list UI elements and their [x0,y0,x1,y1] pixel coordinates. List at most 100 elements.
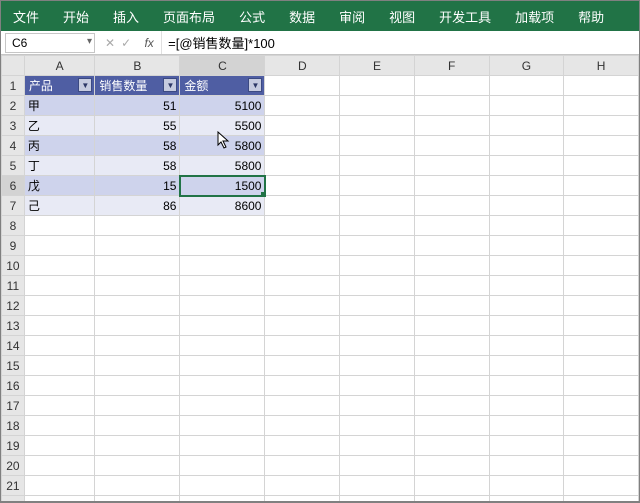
cell-H9[interactable] [564,236,639,256]
cell-E1[interactable] [340,76,415,96]
row-header-9[interactable]: 9 [2,236,25,256]
cell-D12[interactable] [265,296,340,316]
cell-G2[interactable] [489,96,564,116]
cell-F11[interactable] [414,276,489,296]
cell-D5[interactable] [265,156,340,176]
cell-E2[interactable] [340,96,415,116]
cell-D16[interactable] [265,376,340,396]
cell-E15[interactable] [340,356,415,376]
cell-B14[interactable] [95,336,180,356]
cell-G15[interactable] [489,356,564,376]
ribbon-tab-2[interactable]: 插入 [101,1,151,31]
cell-E13[interactable] [340,316,415,336]
cell-C19[interactable] [180,436,265,456]
select-all-corner[interactable] [2,56,25,76]
cell-H5[interactable] [564,156,639,176]
row-header-6[interactable]: 6 [2,176,25,196]
row-header-4[interactable]: 4 [2,136,25,156]
cell-D15[interactable] [265,356,340,376]
col-header-E[interactable]: E [340,56,415,76]
cell-B7[interactable]: 86 [95,196,180,216]
cell-F19[interactable] [414,436,489,456]
cell-A21[interactable] [24,476,95,496]
cell-D10[interactable] [265,256,340,276]
cell-A17[interactable] [24,396,95,416]
cell-A1[interactable]: 产品▼ [24,76,95,96]
cell-A5[interactable]: 丁 [24,156,95,176]
cell-A16[interactable] [24,376,95,396]
cell-A10[interactable] [24,256,95,276]
cell-C4[interactable]: 5800 [180,136,265,156]
cell-C9[interactable] [180,236,265,256]
cell-A14[interactable] [24,336,95,356]
cell-E21[interactable] [340,476,415,496]
cell-B5[interactable]: 58 [95,156,180,176]
row-header-22[interactable]: 22 [2,496,25,502]
filter-dropdown-icon[interactable]: ▼ [78,78,92,92]
ribbon-tab-5[interactable]: 数据 [277,1,327,31]
cell-G5[interactable] [489,156,564,176]
ribbon-tab-6[interactable]: 审阅 [327,1,377,31]
cell-A20[interactable] [24,456,95,476]
cell-B4[interactable]: 58 [95,136,180,156]
cell-C6[interactable]: 1500 [180,176,265,196]
cell-H19[interactable] [564,436,639,456]
cell-D4[interactable] [265,136,340,156]
cell-B16[interactable] [95,376,180,396]
cell-G11[interactable] [489,276,564,296]
cell-B12[interactable] [95,296,180,316]
cell-B2[interactable]: 51 [95,96,180,116]
cell-G20[interactable] [489,456,564,476]
cell-B10[interactable] [95,256,180,276]
cell-F22[interactable] [414,496,489,502]
cell-H8[interactable] [564,216,639,236]
cell-D1[interactable] [265,76,340,96]
cell-B17[interactable] [95,396,180,416]
cell-A18[interactable] [24,416,95,436]
row-header-1[interactable]: 1 [2,76,25,96]
cell-G22[interactable] [489,496,564,502]
cell-E18[interactable] [340,416,415,436]
row-header-13[interactable]: 13 [2,316,25,336]
row-header-12[interactable]: 12 [2,296,25,316]
cell-H7[interactable] [564,196,639,216]
cell-A15[interactable] [24,356,95,376]
cell-B6[interactable]: 15 [95,176,180,196]
name-box[interactable]: C6 ▾ [5,33,95,53]
cell-D14[interactable] [265,336,340,356]
cell-G7[interactable] [489,196,564,216]
cancel-icon[interactable]: ✕ [105,36,115,50]
cell-G1[interactable] [489,76,564,96]
cell-C8[interactable] [180,216,265,236]
cell-D6[interactable] [265,176,340,196]
cell-G17[interactable] [489,396,564,416]
row-header-5[interactable]: 5 [2,156,25,176]
cell-C10[interactable] [180,256,265,276]
cell-A22[interactable] [24,496,95,502]
col-header-C[interactable]: C [180,56,265,76]
cell-G16[interactable] [489,376,564,396]
row-header-8[interactable]: 8 [2,216,25,236]
cell-D9[interactable] [265,236,340,256]
cell-C2[interactable]: 5100 [180,96,265,116]
filter-dropdown-icon[interactable]: ▼ [248,78,262,92]
cell-B21[interactable] [95,476,180,496]
cell-G9[interactable] [489,236,564,256]
cell-E16[interactable] [340,376,415,396]
fx-button[interactable]: fx [137,36,161,50]
cell-A13[interactable] [24,316,95,336]
cell-F13[interactable] [414,316,489,336]
cell-E3[interactable] [340,116,415,136]
cell-H22[interactable] [564,496,639,502]
cell-G18[interactable] [489,416,564,436]
cell-F1[interactable] [414,76,489,96]
cell-A8[interactable] [24,216,95,236]
cell-E20[interactable] [340,456,415,476]
row-header-10[interactable]: 10 [2,256,25,276]
cell-F10[interactable] [414,256,489,276]
cell-H1[interactable] [564,76,639,96]
cell-D19[interactable] [265,436,340,456]
cell-E9[interactable] [340,236,415,256]
cell-G13[interactable] [489,316,564,336]
cell-F5[interactable] [414,156,489,176]
